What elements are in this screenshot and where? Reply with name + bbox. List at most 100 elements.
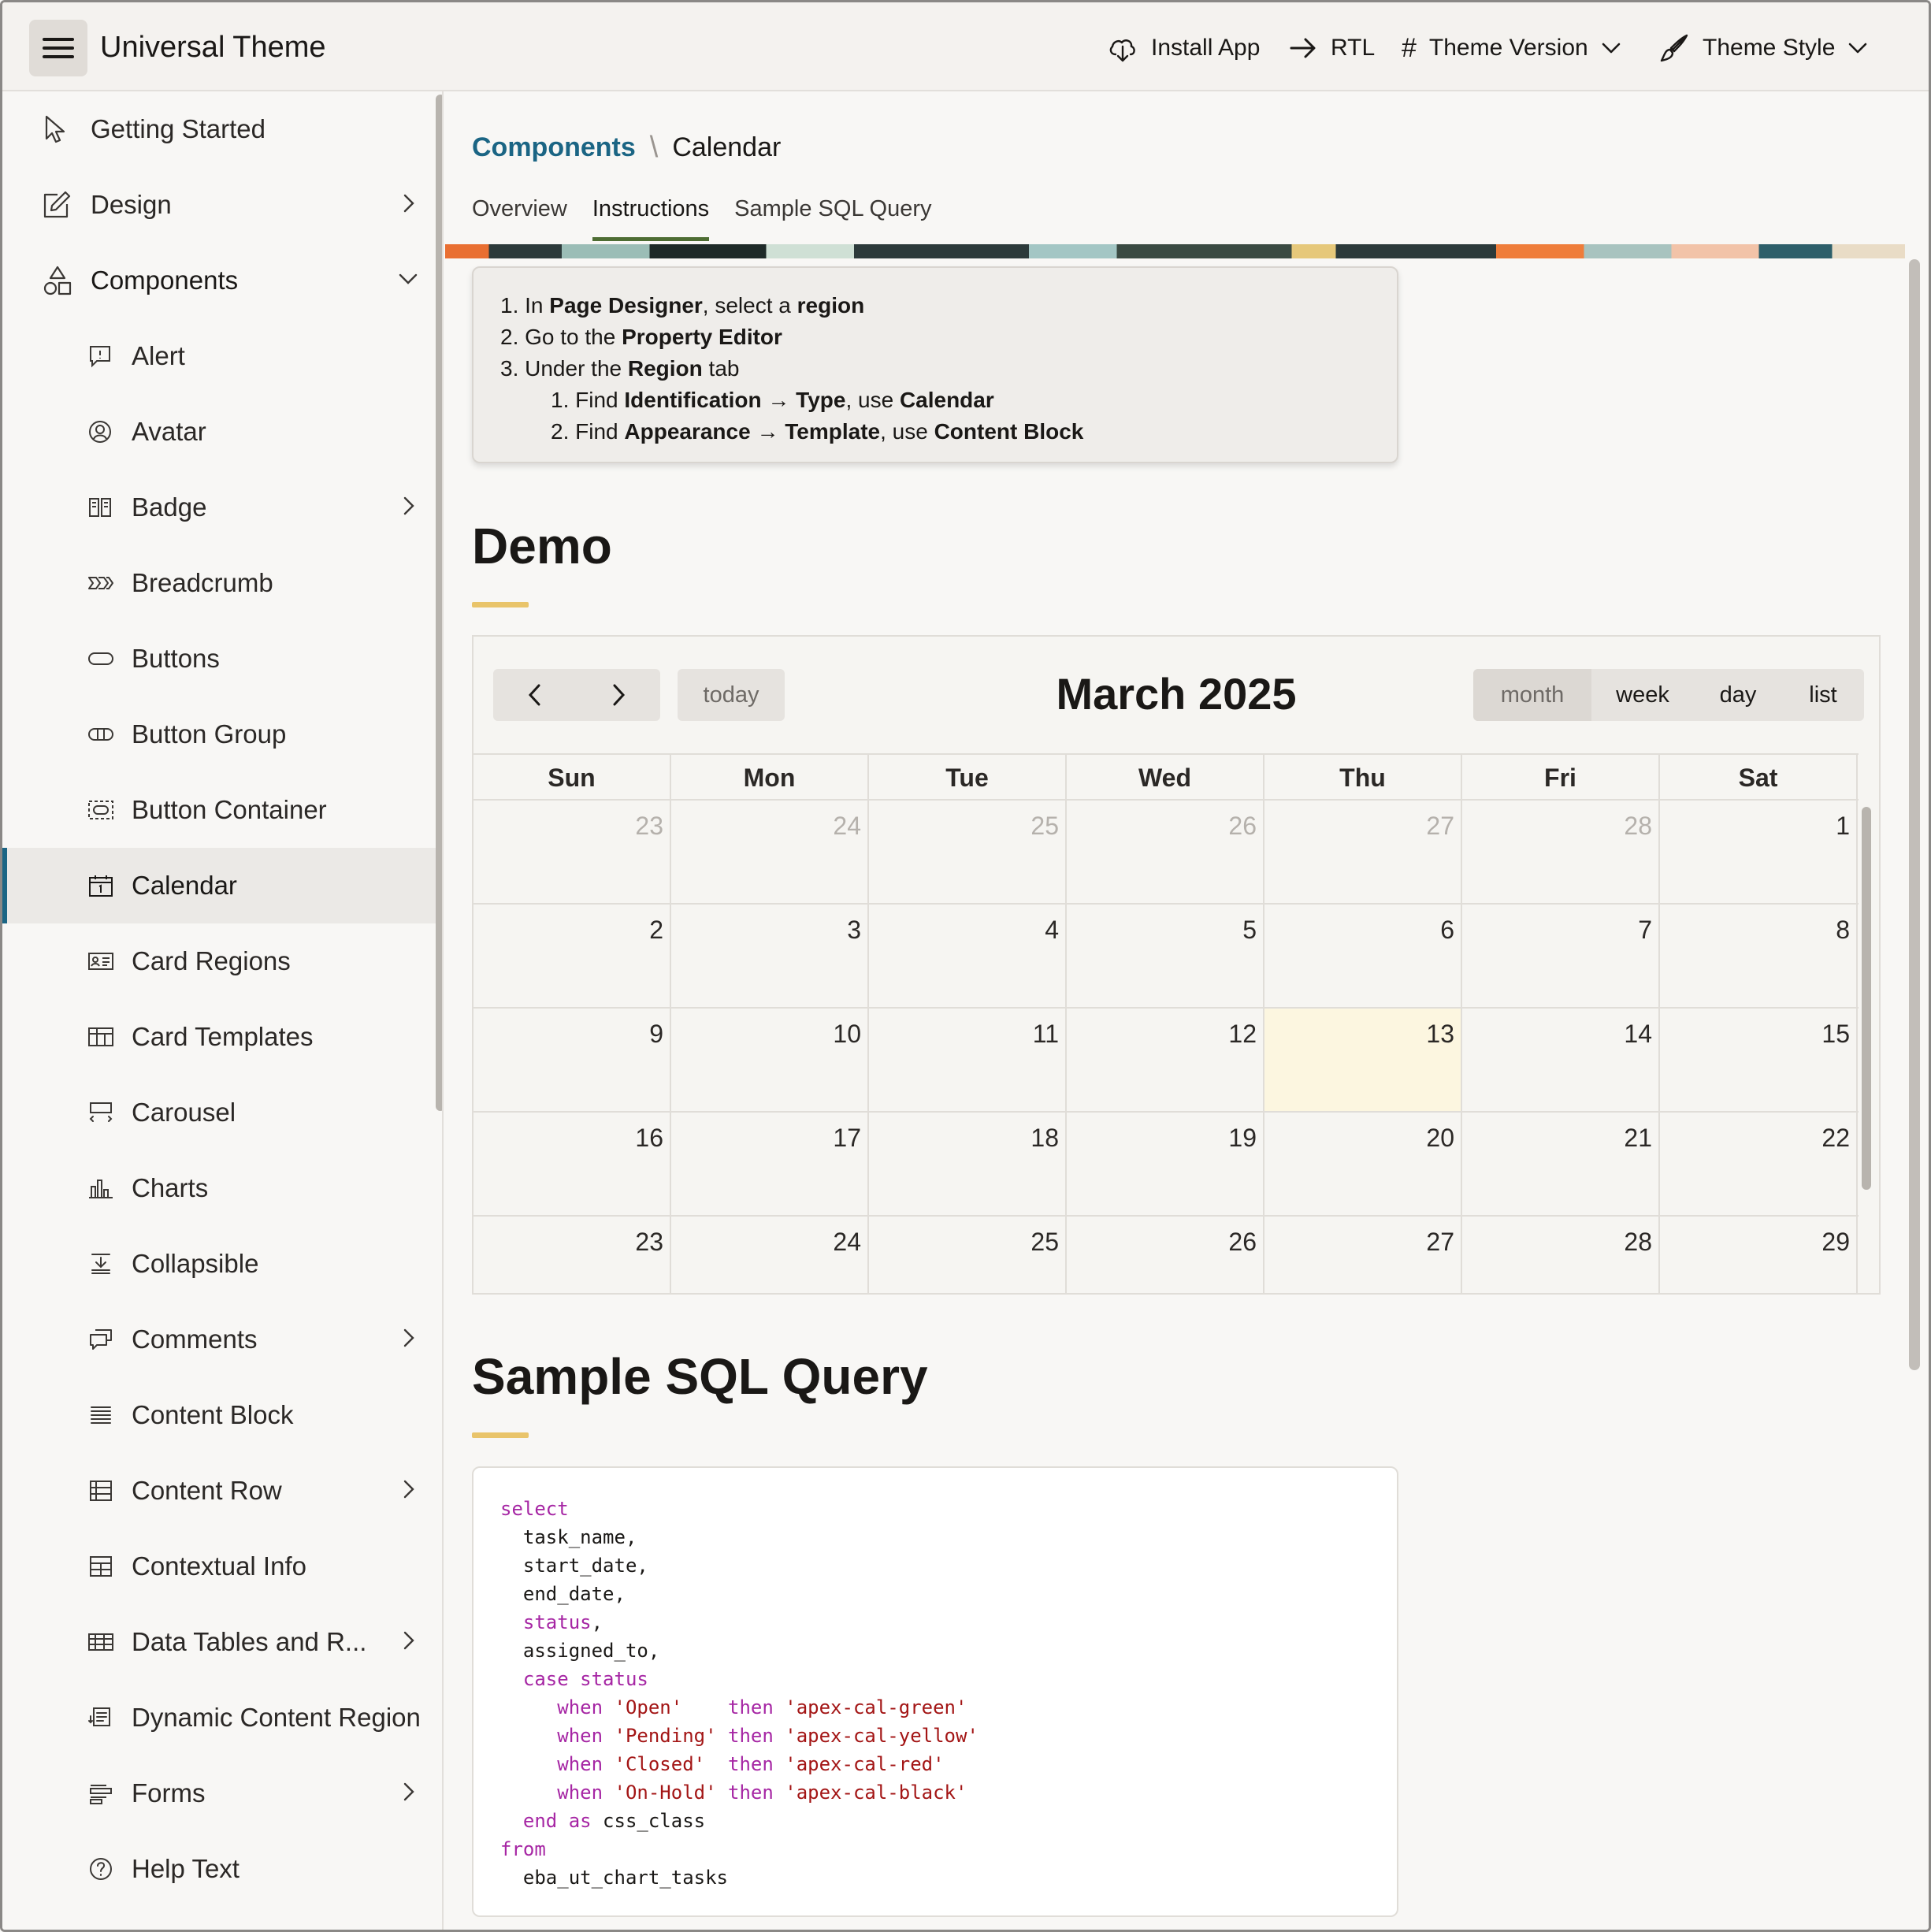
sidebar-item-label: Button Container <box>132 795 327 824</box>
calendar-day-cell[interactable]: 26 <box>1067 1217 1264 1294</box>
calendar-day-cell[interactable]: 25 <box>869 801 1067 903</box>
content-row-icon <box>90 1481 112 1501</box>
view-list-button[interactable]: list <box>1782 669 1864 721</box>
sidebar-item-breadcrumb[interactable]: Breadcrumb <box>2 545 436 621</box>
calendar-day-cell[interactable]: 23 <box>473 801 671 903</box>
calendar-day-cell-today[interactable]: 13 <box>1264 1009 1462 1111</box>
sidebar-item-button-container[interactable]: Button Container <box>2 772 436 848</box>
calendar-day-cell[interactable]: 29 <box>1660 1217 1858 1294</box>
sidebar-item-label: Components <box>91 266 239 295</box>
content-lines-icon <box>91 1406 111 1424</box>
calendar-day-cell[interactable]: 6 <box>1264 905 1462 1007</box>
calendar-day-cell[interactable]: 22 <box>1660 1113 1858 1215</box>
sidebar-item-charts[interactable]: Charts <box>2 1150 436 1226</box>
cloud-download-icon <box>1109 39 1135 62</box>
view-day-button[interactable]: day <box>1694 669 1782 721</box>
sidebar-item-content-row[interactable]: Content Row <box>2 1453 436 1529</box>
breadcrumb-link-components[interactable]: Components <box>472 132 636 163</box>
sidebar-item-components[interactable]: Components <box>2 243 436 318</box>
tab-sample-sql-query[interactable]: Sample SQL Query <box>734 196 931 241</box>
sidebar-item-help-text[interactable]: Help Text <box>2 1831 436 1907</box>
code-token: when <box>557 1782 603 1804</box>
theme-style-button[interactable]: Theme Style <box>1658 31 1868 65</box>
calendar-day-cell[interactable]: 26 <box>1067 801 1264 903</box>
sidebar-item-design[interactable]: Design <box>2 167 436 243</box>
sidebar-item-alert[interactable]: Alert <box>2 318 436 394</box>
calendar-day-cell[interactable]: 8 <box>1660 905 1858 1007</box>
text-bold: Identification → Type <box>624 388 846 412</box>
table-icon <box>88 1633 113 1651</box>
sidebar-item-getting-started[interactable]: Getting Started <box>2 91 436 167</box>
sidebar-item-data-tables[interactable]: Data Tables and R... <box>2 1604 436 1680</box>
theme-version-button[interactable]: # Theme Version <box>1402 31 1621 65</box>
calendar-day-cell[interactable]: 23 <box>473 1217 671 1294</box>
code-token: 'apex-cal-black' <box>785 1782 967 1804</box>
sidebar-item-label: Comments <box>132 1325 258 1354</box>
calendar-day-cell[interactable]: 16 <box>473 1113 671 1215</box>
sidebar-item-carousel[interactable]: Carousel <box>2 1075 436 1150</box>
sidebar-item-card-regions[interactable]: Card Regions <box>2 923 436 999</box>
calendar-day-cell[interactable]: 10 <box>671 1009 869 1111</box>
calendar-day-cell[interactable]: 15 <box>1660 1009 1858 1111</box>
calendar-day-cell[interactable]: 28 <box>1462 1217 1660 1294</box>
calendar-day-cell[interactable]: 21 <box>1462 1113 1660 1215</box>
calendar-day-cell[interactable]: 9 <box>473 1009 671 1111</box>
sidebar-item-collapsible[interactable]: Collapsible <box>2 1226 436 1302</box>
code-token: , <box>591 1611 603 1633</box>
install-app-button[interactable]: Install App <box>1107 31 1260 65</box>
calendar-day-cell[interactable]: 4 <box>869 905 1067 1007</box>
calendar-day-cell[interactable]: 12 <box>1067 1009 1264 1111</box>
calendar-day-cell[interactable]: 28 <box>1462 801 1660 903</box>
weekday-label: Mon <box>671 755 869 799</box>
calendar-day-cell[interactable]: 7 <box>1462 905 1660 1007</box>
weekday-label: Sat <box>1660 755 1858 799</box>
sidebar-item-contextual-info[interactable]: Contextual Info <box>2 1529 436 1604</box>
view-month-button[interactable]: month <box>1473 669 1591 721</box>
calendar-day-cell[interactable]: 27 <box>1264 1217 1462 1294</box>
calendar-day-cell[interactable]: 27 <box>1264 801 1462 903</box>
view-week-button[interactable]: week <box>1591 669 1694 721</box>
code-line: task_name, <box>500 1523 1397 1551</box>
calendar-day-cell[interactable]: 11 <box>869 1009 1067 1111</box>
rtl-button[interactable]: RTL <box>1288 31 1375 65</box>
calendar-day-cell[interactable]: 24 <box>671 801 869 903</box>
sidebar-item-card-templates[interactable]: Card Templates <box>2 999 436 1075</box>
instructions-card: 1. In Page Designer, select a region 2. … <box>472 266 1398 463</box>
calendar-day-cell[interactable]: 19 <box>1067 1113 1264 1215</box>
sidebar-item-dynamic-content[interactable]: Dynamic Content Region <box>2 1680 436 1756</box>
app-title[interactable]: Universal Theme <box>100 31 326 65</box>
calendar-day-cell[interactable]: 17 <box>671 1113 869 1215</box>
chevron-right-icon <box>403 1480 414 1499</box>
calendar-day-cell[interactable]: 1 <box>1660 801 1858 903</box>
sidebar-item-comments[interactable]: Comments <box>2 1302 436 1377</box>
calendar-day-cell[interactable]: 14 <box>1462 1009 1660 1111</box>
sidebar-item-button-group[interactable]: Button Group <box>2 697 436 772</box>
sidebar-item-label: Alert <box>132 341 185 370</box>
calendar-day-cell[interactable]: 20 <box>1264 1113 1462 1215</box>
sidebar-item-badge[interactable]: Badge <box>2 470 436 545</box>
main-scrollbar[interactable] <box>1909 259 1920 1370</box>
calendar-scrollbar[interactable] <box>1862 807 1871 1190</box>
chevron-right-icon <box>403 1782 414 1801</box>
text-bold: Property Editor <box>622 325 782 349</box>
calendar-day-cell[interactable]: 2 <box>473 905 671 1007</box>
code-token: 'On-Hold' <box>614 1782 717 1804</box>
code-token: task_name, <box>500 1526 637 1548</box>
sidebar-item-buttons[interactable]: Buttons <box>2 621 436 697</box>
sidebar-item-forms[interactable]: Forms <box>2 1756 436 1831</box>
tab-instructions[interactable]: Instructions <box>592 196 710 241</box>
calendar-day-cell[interactable]: 25 <box>869 1217 1067 1294</box>
calendar-day-cell[interactable]: 24 <box>671 1217 869 1294</box>
sidebar-item-content-block[interactable]: Content Block <box>2 1377 436 1453</box>
sql-heading: Sample SQL Query <box>472 1348 928 1405</box>
code-token: end_date, <box>500 1583 626 1605</box>
sidebar-item-calendar[interactable]: Calendar <box>2 848 436 923</box>
calendar-day-cell[interactable]: 5 <box>1067 905 1264 1007</box>
menu-toggle-button[interactable] <box>29 20 87 76</box>
tab-overview[interactable]: Overview <box>472 196 567 241</box>
sidebar-item-avatar[interactable]: Avatar <box>2 394 436 470</box>
calendar-day-cell[interactable]: 18 <box>869 1113 1067 1215</box>
calendar-day-cell[interactable]: 3 <box>671 905 869 1007</box>
sidebar-scrollbar[interactable] <box>436 95 442 1111</box>
